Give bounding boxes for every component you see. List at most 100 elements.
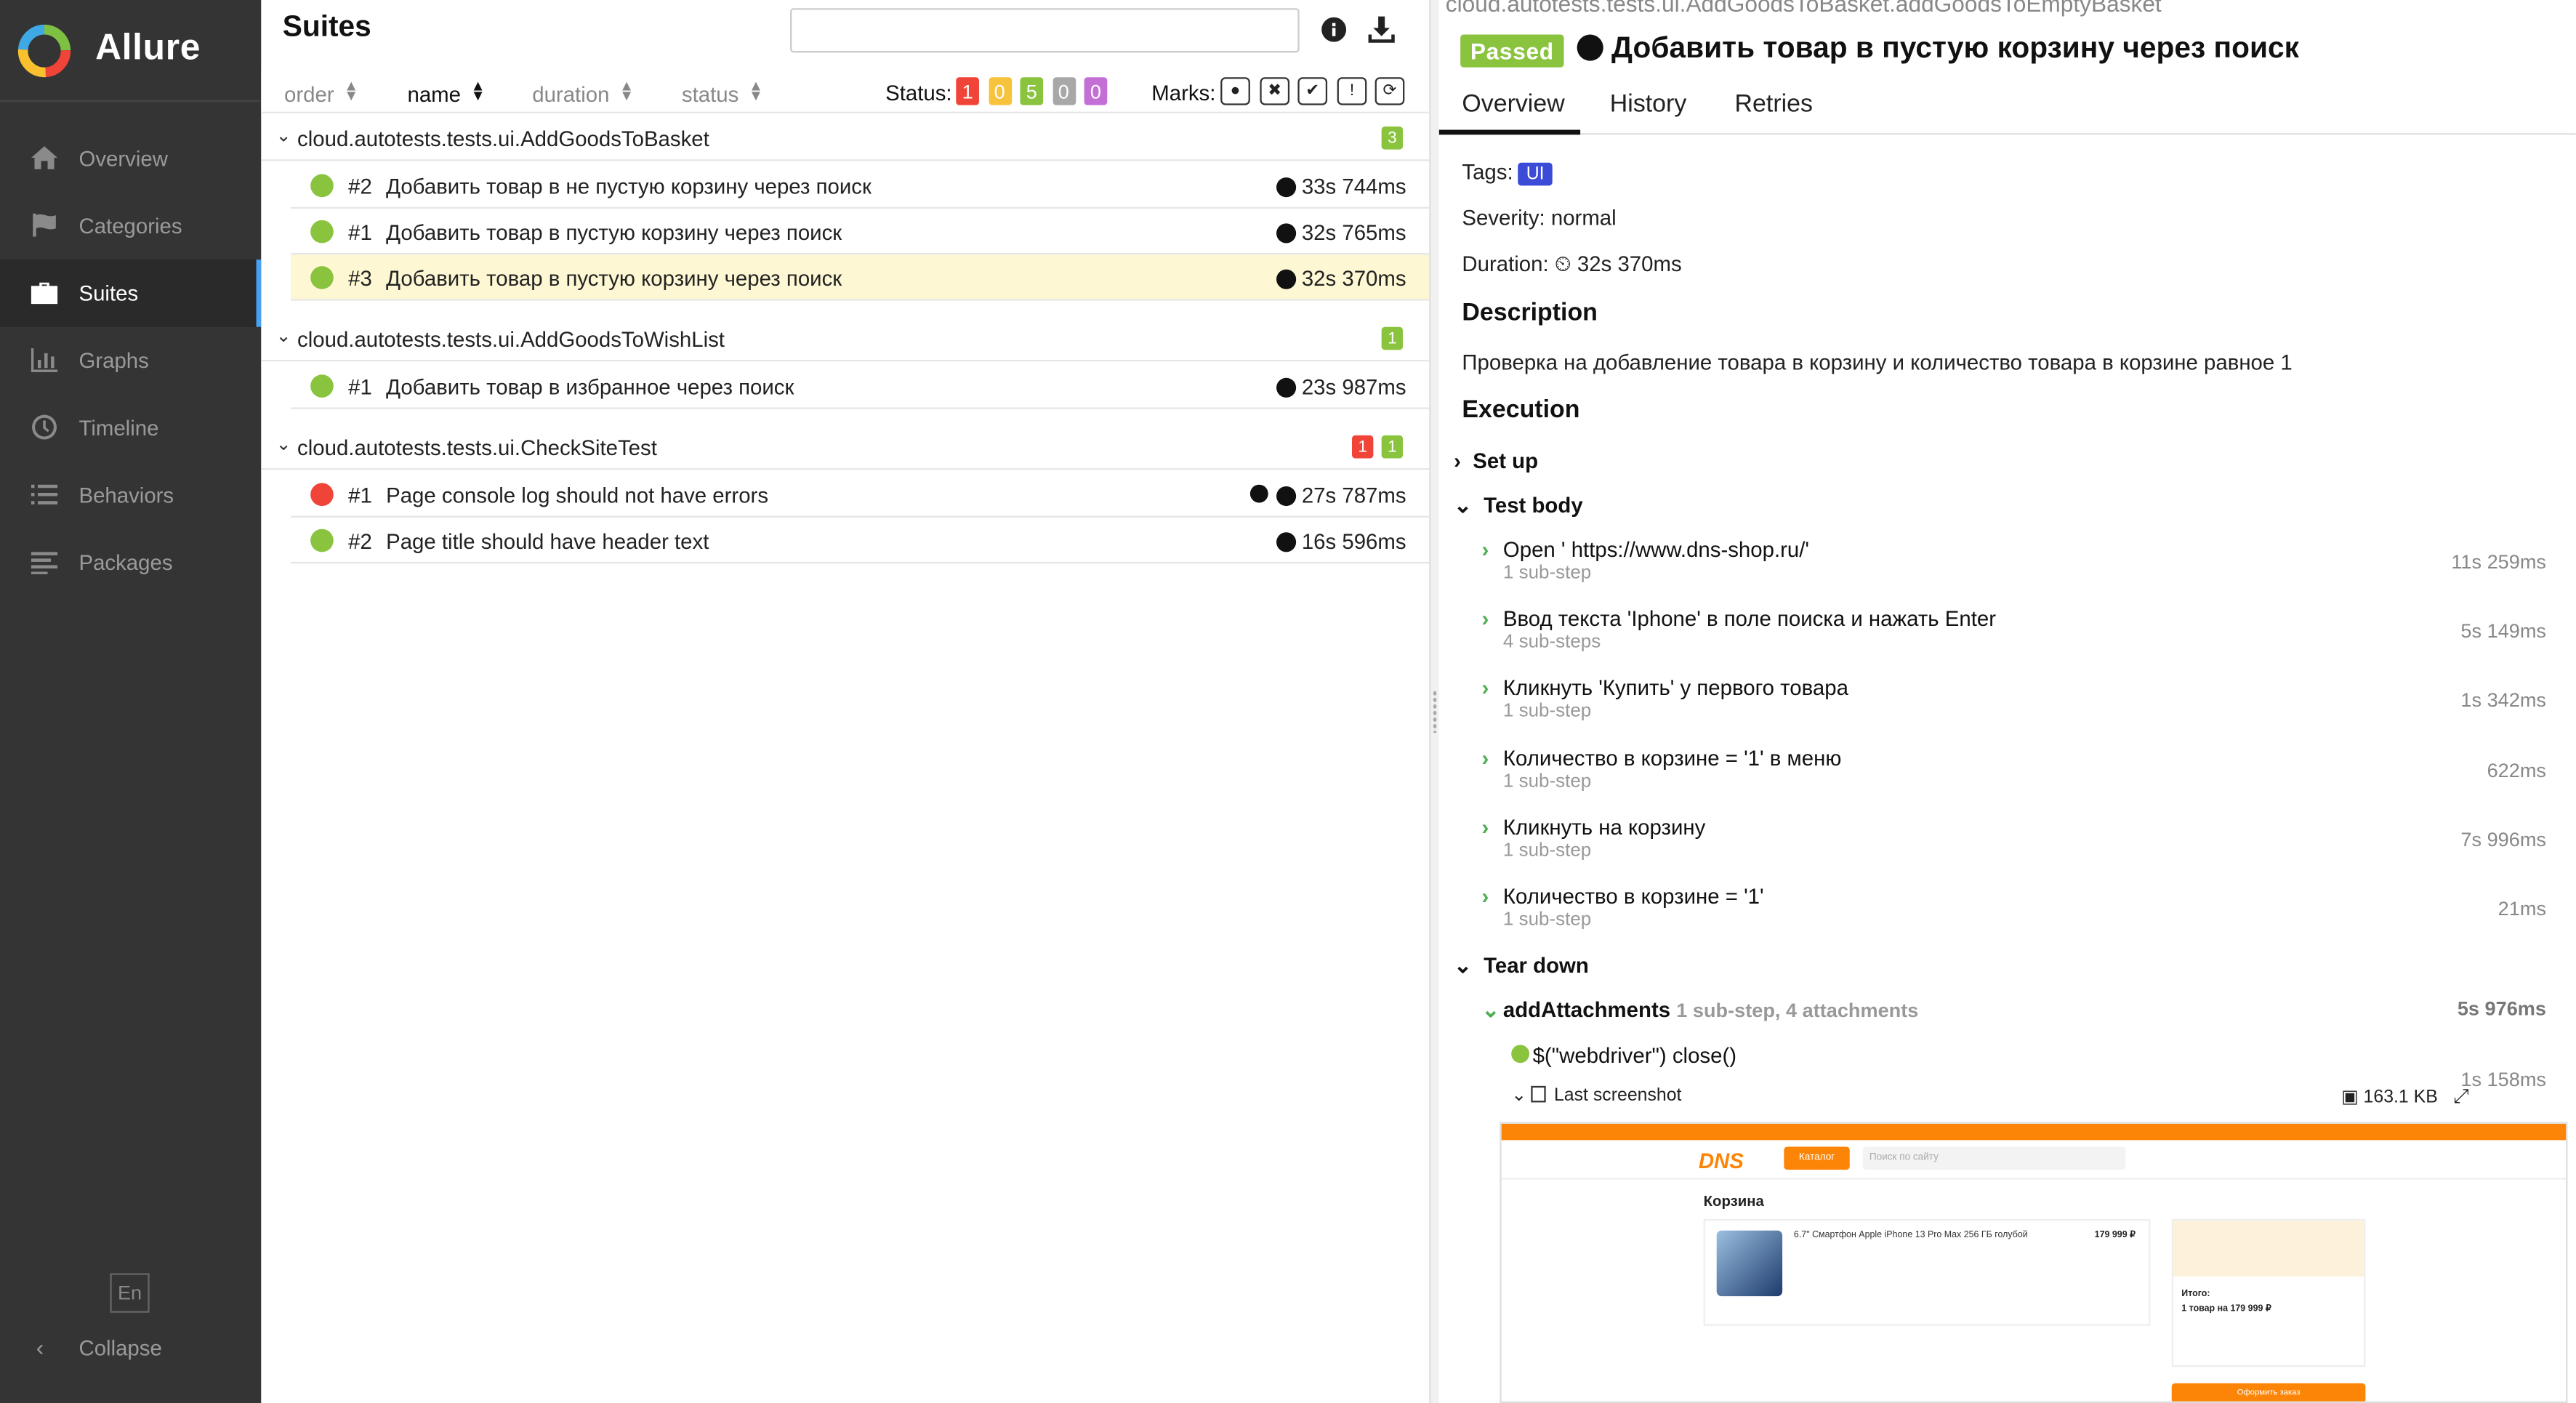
exclamation-icon: ! [1349, 82, 1355, 100]
test-row[interactable]: #1 Page console log should not have error… [291, 472, 1430, 518]
step-substeps: 1 sub-step [1502, 840, 1592, 861]
chevron-right-icon: › [1481, 883, 1489, 909]
drag-handle-icon[interactable] [1432, 690, 1438, 733]
test-row[interactable]: #1 Добавить товар в избранное через поиск… [291, 363, 1430, 409]
step-substeps: 1 sub-step [1502, 702, 1592, 723]
flag-icon [33, 213, 56, 237]
new-broken-mark-button[interactable]: ! [1337, 77, 1367, 105]
test-duration-value: 32s 765ms [1301, 220, 1406, 245]
test-step[interactable]: › Open ' https://www.dns-shop.ru/' 1 sub-s… [1478, 537, 2563, 593]
fullscreen-icon[interactable]: ⤢ [2453, 1085, 2469, 1109]
test-row[interactable]: #2 Page title should have header text 16s … [291, 518, 1430, 564]
collapse-button[interactable]: ‹ Collapse [0, 1331, 261, 1364]
test-number: #2 [348, 174, 372, 199]
list-icon [31, 484, 58, 504]
passed-status-icon [310, 220, 334, 244]
attachment-name: Last screenshot [1553, 1085, 1682, 1106]
passed-status-icon [310, 174, 334, 198]
test-title-text: Добавить товар в пустую корзину через по… [1611, 31, 2299, 65]
test-step[interactable]: › Количество в корзине = '1' в меню 1 sub-… [1478, 745, 2563, 801]
tag-badge: UI [1518, 162, 1553, 186]
status-count-badge[interactable]: 0 [988, 77, 1012, 105]
status-count-badge[interactable]: 0 [1052, 77, 1076, 105]
chevron-down-icon: ⌄ [1454, 952, 1472, 978]
test-number: #1 [348, 483, 372, 508]
close-step[interactable]: $("webdriver") close() 1s 158ms [1511, 1043, 2562, 1091]
new-passed-mark-button[interactable]: ✔ [1297, 77, 1328, 105]
screenshot-attachment[interactable]: ⌄ Last screenshot ▣ 163.1 KB ⤢ [1511, 1085, 2562, 1114]
suite-group[interactable]: ⌄ cloud.autotests.tests.ui.AddGoodsToWish… [261, 315, 1430, 362]
sort-name[interactable]: name ▲ ▼ [407, 77, 486, 107]
test-step[interactable]: › Кликнуть на корзину 1 sub-step 7s 996ms [1478, 815, 2563, 871]
test-name: Добавить товар в пустую корзину через по… [386, 266, 842, 292]
test-number: #1 [348, 374, 372, 400]
test-step[interactable]: › Кликнуть 'Купить' у первого товара 1 sub… [1478, 676, 2563, 732]
check-circle-icon [1276, 223, 1297, 244]
bomb-icon [1249, 484, 1268, 503]
check-circle-icon [1577, 34, 1603, 61]
chevron-down-icon: ⌄ [275, 326, 291, 347]
language-switch[interactable]: En [110, 1273, 150, 1313]
sidebar-item-timeline[interactable]: Timeline [0, 394, 261, 462]
tags-label: Tags: [1462, 159, 1513, 185]
new-failed-mark-button[interactable]: ✖ [1260, 77, 1290, 105]
step-duration: 21ms [2497, 896, 2546, 920]
search-input[interactable] [790, 8, 1300, 53]
sidebar-item-label: Suites [79, 281, 139, 306]
dns-cart-item: 6.7" Смартфон Apple iPhone 13 Pro Max 25… [1703, 1218, 2151, 1326]
panel-splitter[interactable] [1429, 0, 1439, 1403]
align-left-icon [31, 552, 58, 574]
status-badge: Passed [1460, 34, 1564, 68]
test-body-section[interactable]: ⌄ Test body [1454, 493, 1583, 519]
sidebar-item-label: Packages [79, 550, 173, 575]
step-substeps: 1 sub-step [1502, 771, 1592, 792]
sidebar-item-suites[interactable]: Suites [0, 260, 262, 327]
test-duration: 27s 787ms [1276, 483, 1406, 507]
attachments-step[interactable]: ⌄ addAttachments 1 sub-step, 4 attachmen… [1478, 997, 2563, 1030]
bomb-icon: ● [1230, 82, 1241, 100]
screenshot-image[interactable]: DNS Каталог Поиск по сайту Корзина 6.7" … [1500, 1122, 2568, 1403]
sort-icon: ▲ ▼ [344, 77, 359, 104]
sidebar-item-overview[interactable]: Overview [0, 125, 261, 193]
status-count-badge[interactable]: 1 [956, 77, 979, 105]
allure-logo-icon[interactable] [17, 23, 73, 79]
test-step[interactable]: › Ввод текста 'Iphone' в поле поиска и на… [1478, 606, 2563, 662]
tab-overview[interactable]: Overview [1439, 90, 1579, 135]
suite-group[interactable]: ⌄ cloud.autotests.tests.ui.CheckSiteTest 1… [261, 424, 1430, 470]
teardown-section[interactable]: ⌄ Tear down [1454, 953, 1589, 979]
chevron-left-icon: ‹ [36, 1334, 44, 1361]
sidebar-item-packages[interactable]: Packages [0, 529, 261, 597]
sidebar-item-categories[interactable]: Categories [0, 192, 261, 260]
retries-mark-button[interactable]: ⟳ [1374, 77, 1405, 105]
sort-duration[interactable]: duration ▲ ▼ [532, 78, 634, 107]
test-row[interactable]: #1 Добавить товар в пустую корзину через … [291, 209, 1430, 255]
tab-retries[interactable]: Retries [1735, 90, 1813, 118]
tags-row: Tags: UI [1462, 159, 1553, 186]
status-count-badge[interactable]: 0 [1084, 77, 1108, 105]
suite-group[interactable]: ⌄ cloud.autotests.tests.ui.AddGoodsToBask… [261, 115, 1430, 161]
status-count-badge[interactable]: 5 [1020, 77, 1044, 105]
dns-pickup-box [2173, 1221, 2364, 1277]
tab-history[interactable]: History [1610, 90, 1686, 118]
test-step[interactable]: › Количество в корзине = '1' 1 sub-step 21m… [1478, 884, 2563, 940]
flaky-mark-button[interactable]: ● [1220, 77, 1250, 105]
step-name: Кликнуть 'Купить' у первого товара [1502, 675, 1848, 701]
setup-section[interactable]: › Set up [1454, 449, 1538, 473]
sort-status[interactable]: status ▲ ▼ [682, 78, 763, 107]
step-name: Open ' https://www.dns-shop.ru/' [1502, 537, 1810, 562]
sort-label: duration [532, 82, 610, 107]
attach-step-duration: 5s 976ms [2457, 997, 2546, 1021]
download-icon[interactable] [1367, 15, 1396, 44]
sort-icon: ▲ ▼ [470, 77, 486, 104]
test-row[interactable]: #3 Добавить товар в пустую корзину через … [291, 254, 1430, 301]
sort-order[interactable]: order ▲ ▼ [284, 77, 359, 107]
sidebar-item-label: Categories [79, 213, 182, 238]
test-number: #1 [348, 220, 372, 245]
sidebar-item-graphs[interactable]: Graphs [0, 327, 261, 395]
check-circle-icon [1276, 177, 1297, 198]
info-icon[interactable] [1321, 17, 1347, 43]
suite-count-badge: 1 [1381, 435, 1404, 459]
test-row[interactable]: #2 Добавить товар в не пустую корзину чер… [291, 163, 1430, 209]
sidebar-item-behaviors[interactable]: Behaviors [0, 462, 261, 529]
chevron-right-icon: › [1481, 814, 1489, 840]
